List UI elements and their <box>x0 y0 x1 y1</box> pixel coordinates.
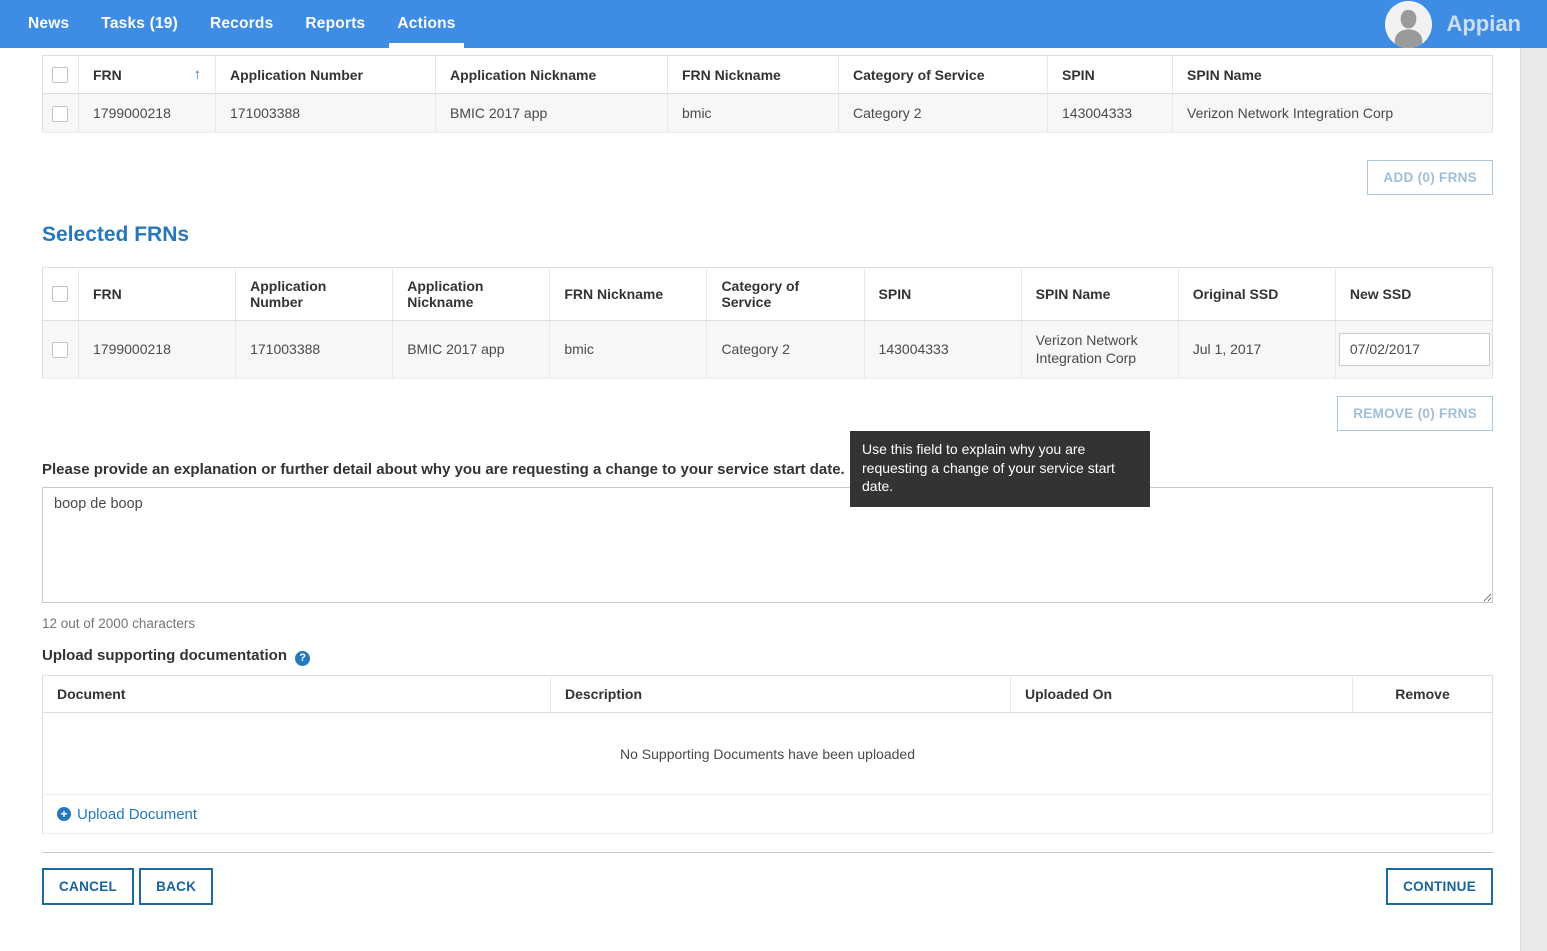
documents-empty-row: No Supporting Documents have been upload… <box>43 713 1493 795</box>
back-button[interactable]: BACK <box>139 868 213 905</box>
upload-docs-label: Upload supporting documentation <box>42 647 287 664</box>
upload-document-label: Upload Document <box>77 806 197 823</box>
available-frns-header-row: FRN ↑ Application Number Application Nic… <box>43 56 1493 94</box>
cell-category-of-service: Category 2 <box>839 94 1048 132</box>
column-header-spin[interactable]: SPIN <box>1048 56 1173 94</box>
row-checkbox[interactable] <box>52 106 68 122</box>
available-frns-table: FRN ↑ Application Number Application Nic… <box>42 55 1493 133</box>
nav-right: Appian <box>1385 0 1533 48</box>
cell-new-ssd <box>1335 320 1492 379</box>
explanation-field-label-row: Please provide an explanation or further… <box>42 461 1493 480</box>
column-header-frn-nickname[interactable]: FRN Nickname <box>550 267 707 320</box>
nav-tab-actions[interactable]: Actions <box>381 0 471 48</box>
cell-original-ssd: Jul 1, 2017 <box>1178 320 1335 379</box>
explanation-textarea[interactable]: boop de boop <box>42 487 1493 603</box>
select-all-checkbox[interactable] <box>52 67 68 83</box>
footer-divider <box>42 852 1493 853</box>
cell-frn: 1799000218 <box>79 320 236 379</box>
sort-ascending-icon: ↑ <box>194 66 202 83</box>
selected-row-checkbox[interactable] <box>52 342 68 358</box>
column-header-description: Description <box>551 676 1011 713</box>
footer-buttons: CANCEL BACK CONTINUE <box>42 868 1493 905</box>
column-header-application-number[interactable]: Application Number <box>216 56 436 94</box>
remove-frns-button[interactable]: REMOVE (0) FRNS <box>1337 396 1493 431</box>
top-nav: News Tasks (19) Records Reports Actions … <box>0 0 1547 48</box>
column-header-frn-label: FRN <box>93 67 122 83</box>
scrollbar-track[interactable] <box>1520 48 1547 951</box>
selected-frns-header-row: FRN Application Number Application Nickn… <box>43 267 1493 320</box>
column-header-document: Document <box>43 676 551 713</box>
column-header-remove: Remove <box>1353 676 1493 713</box>
available-frn-row: 1799000218 171003388 BMIC 2017 app bmic … <box>43 94 1493 132</box>
column-header-frn[interactable]: FRN <box>79 267 236 320</box>
supporting-documents-table: Document Description Uploaded On Remove … <box>42 675 1493 834</box>
help-tooltip: Use this field to explain why you are re… <box>850 431 1150 506</box>
cell-spin: 143004333 <box>1048 94 1173 132</box>
cell-spin-name: Verizon Network Integration Corp <box>1021 320 1178 379</box>
cancel-button[interactable]: CANCEL <box>42 868 134 905</box>
column-header-spin-name[interactable]: SPIN Name <box>1021 267 1178 320</box>
user-avatar[interactable] <box>1385 1 1432 48</box>
upload-docs-label-row: Upload supporting documentation ? <box>42 647 1493 666</box>
character-count: 12 out of 2000 characters <box>42 616 1493 631</box>
help-icon[interactable]: ? <box>295 651 310 666</box>
upload-document-row: + Upload Document <box>43 795 1493 834</box>
column-header-application-nickname[interactable]: Application Nickname <box>393 267 550 320</box>
column-header-frn-nickname[interactable]: FRN Nickname <box>668 56 839 94</box>
column-header-uploaded-on: Uploaded On <box>1011 676 1353 713</box>
cell-application-nickname: BMIC 2017 app <box>436 94 668 132</box>
nav-tab-records[interactable]: Records <box>194 0 289 48</box>
column-header-category-of-service[interactable]: Category of Service <box>839 56 1048 94</box>
cell-category-of-service: Category 2 <box>707 320 864 379</box>
person-silhouette-icon <box>1385 1 1432 48</box>
no-documents-message: No Supporting Documents have been upload… <box>43 713 1493 795</box>
column-header-category-of-service[interactable]: Category of Service <box>707 267 864 320</box>
main-content: FRN ↑ Application Number Application Nic… <box>0 48 1520 951</box>
column-header-application-nickname[interactable]: Application Nickname <box>436 56 668 94</box>
nav-tab-news[interactable]: News <box>12 0 85 48</box>
selected-frns-table: FRN Application Number Application Nickn… <box>42 267 1493 380</box>
cell-frn-nickname: bmic <box>550 320 707 379</box>
selected-frns-heading: Selected FRNs <box>42 223 1493 247</box>
column-header-new-ssd[interactable]: New SSD <box>1335 267 1492 320</box>
new-ssd-input[interactable] <box>1339 333 1490 366</box>
nav-tab-reports[interactable]: Reports <box>289 0 381 48</box>
nav-tabs: News Tasks (19) Records Reports Actions <box>12 0 472 48</box>
cell-frn: 1799000218 <box>79 94 216 132</box>
upload-document-link[interactable]: + Upload Document <box>57 806 197 823</box>
cell-spin-name: Verizon Network Integration Corp <box>1173 94 1493 132</box>
cell-frn-nickname: bmic <box>668 94 839 132</box>
cell-application-nickname: BMIC 2017 app <box>393 320 550 379</box>
selected-select-all-checkbox[interactable] <box>52 286 68 302</box>
selected-frn-row: 1799000218 171003388 BMIC 2017 app bmic … <box>43 320 1493 379</box>
column-header-spin-name[interactable]: SPIN Name <box>1173 56 1493 94</box>
column-header-frn[interactable]: FRN ↑ <box>79 56 216 94</box>
appian-logo: Appian <box>1446 11 1533 37</box>
column-header-original-ssd[interactable]: Original SSD <box>1178 267 1335 320</box>
nav-tab-tasks[interactable]: Tasks (19) <box>85 0 194 48</box>
plus-circle-icon: + <box>57 807 71 821</box>
cell-application-number: 171003388 <box>216 94 436 132</box>
cell-application-number: 171003388 <box>236 320 393 379</box>
documents-header-row: Document Description Uploaded On Remove <box>43 676 1493 713</box>
column-header-spin[interactable]: SPIN <box>864 267 1021 320</box>
explanation-label: Please provide an explanation or further… <box>42 461 845 478</box>
cell-spin: 143004333 <box>864 320 1021 379</box>
continue-button[interactable]: CONTINUE <box>1386 868 1493 905</box>
add-frns-button[interactable]: ADD (0) FRNS <box>1367 160 1493 195</box>
column-header-application-number[interactable]: Application Number <box>236 267 393 320</box>
